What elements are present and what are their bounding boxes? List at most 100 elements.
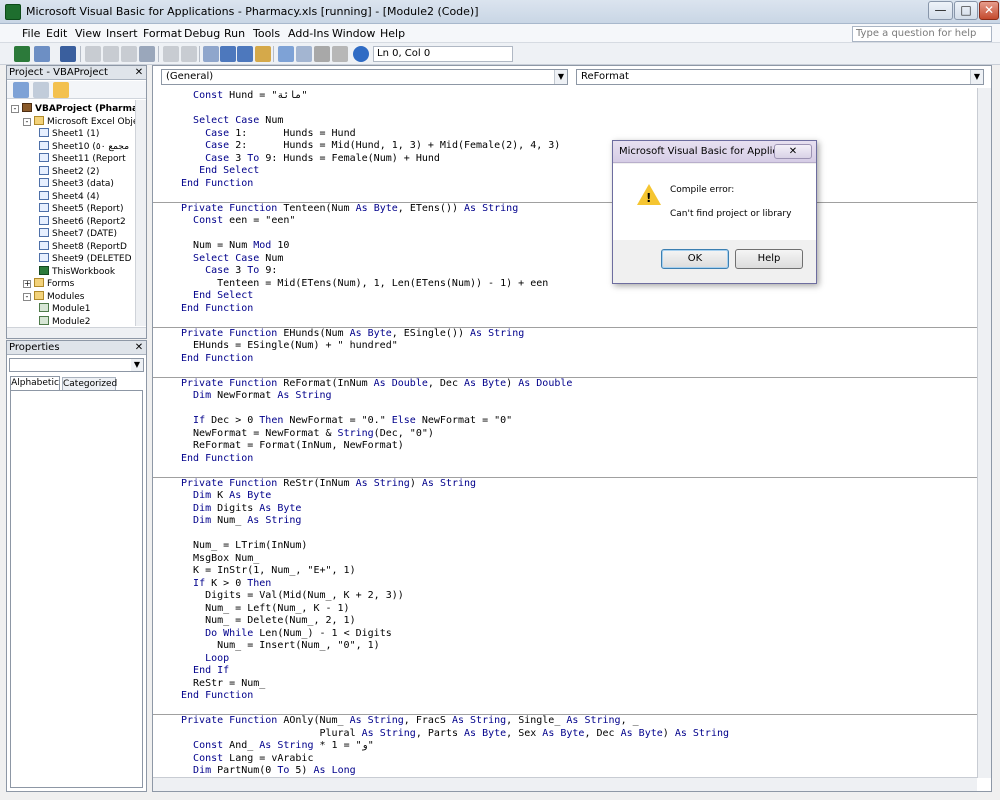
- code-line[interactable]: Private Function Tenteen(Num As Byte, ET…: [181, 203, 518, 216]
- code-line[interactable]: Const And_ As String * 1 = "و": [181, 740, 374, 753]
- menu-insert[interactable]: Insert: [106, 27, 138, 40]
- code-line[interactable]: Private Function EHunds(Num As Byte, ESi…: [181, 328, 524, 341]
- code-line[interactable]: Loop: [181, 653, 229, 666]
- code-line[interactable]: End Function: [181, 178, 253, 191]
- code-line[interactable]: Plural As String, Parts As Byte, Sex As …: [181, 728, 729, 741]
- tree-item[interactable]: Sheet8 (ReportD: [35, 240, 127, 253]
- find-icon[interactable]: [139, 46, 155, 62]
- tree-item[interactable]: Sheet3 (data): [35, 178, 114, 190]
- code-line[interactable]: Dim NewFormat As String: [181, 390, 332, 403]
- code-line[interactable]: Case 3 To 9: Hunds = Female(Num) + Hund: [181, 153, 440, 166]
- tree-item[interactable]: Sheet9 (DELETED: [35, 253, 132, 265]
- tab-categorized[interactable]: Categorized: [62, 377, 117, 390]
- code-line[interactable]: Num_ = Left(Num_, K - 1): [181, 603, 350, 616]
- maximize-button[interactable]: □: [954, 1, 978, 20]
- procedure-combo[interactable]: ReFormat ▼: [576, 69, 984, 85]
- copy-icon[interactable]: [103, 46, 119, 62]
- view-excel-icon[interactable]: [14, 46, 30, 62]
- tree-item[interactable]: - VBAProject (Pharmac: [11, 103, 135, 115]
- dialog-close-button[interactable]: ✕: [774, 144, 812, 159]
- cut-icon[interactable]: [85, 46, 101, 62]
- tree-item[interactable]: Sheet2 (2): [35, 165, 99, 178]
- code-line[interactable]: Num_ = Insert(Num_, "0", 1): [181, 640, 380, 653]
- minimize-button[interactable]: —: [928, 1, 953, 20]
- menu-view[interactable]: View: [75, 27, 101, 40]
- break-icon[interactable]: [220, 46, 236, 62]
- code-line[interactable]: End Function: [181, 690, 253, 703]
- code-line[interactable]: Dim Digits As Byte: [181, 503, 301, 516]
- code-line[interactable]: Select Case Num: [181, 253, 283, 266]
- run-icon[interactable]: [203, 46, 219, 62]
- project-panel-close-button[interactable]: ✕: [133, 67, 145, 79]
- code-line[interactable]: K = InStr(1, Num_, "E+", 1): [181, 565, 356, 578]
- code-line[interactable]: ReStr = Num_: [181, 678, 265, 691]
- code-line[interactable]: Num_ = Delete(Num_, 2, 1): [181, 615, 356, 628]
- code-line[interactable]: End Function: [181, 303, 253, 316]
- code-line[interactable]: End Select: [181, 290, 253, 303]
- collapse-icon[interactable]: -: [11, 105, 19, 113]
- code-line[interactable]: ReFormat = Format(InNum, NewFormat): [181, 440, 404, 453]
- paste-icon[interactable]: [121, 46, 137, 62]
- code-line[interactable]: Do While Len(Num_) - 1 < Digits: [181, 628, 392, 641]
- menu-tools[interactable]: Tools: [253, 27, 280, 40]
- code-line[interactable]: Const Hund = "مائة": [181, 90, 307, 103]
- code-line[interactable]: If K > 0 Then: [181, 578, 271, 591]
- menu-file[interactable]: File: [22, 27, 40, 40]
- tree-item[interactable]: Sheet5 (Report): [35, 203, 123, 215]
- toolbox-icon[interactable]: [332, 46, 348, 62]
- toggle-folders-icon[interactable]: [53, 82, 69, 98]
- code-line[interactable]: Private Function ReFormat(InNum As Doubl…: [181, 378, 572, 391]
- tree-item[interactable]: Sheet10 (مجمع ٥٠: [35, 140, 129, 153]
- code-line[interactable]: End Select: [181, 165, 259, 178]
- tree-item[interactable]: Sheet7 (DATE): [35, 228, 117, 240]
- collapse-icon[interactable]: -: [23, 292, 31, 301]
- code-line[interactable]: Const Lang = vArabic: [181, 753, 313, 766]
- tree-item[interactable]: Module1: [35, 303, 90, 315]
- tab-alphabetic[interactable]: Alphabetic: [10, 376, 60, 390]
- project-explorer-icon[interactable]: [278, 46, 294, 62]
- tree-item[interactable]: Sheet6 (Report2: [35, 215, 126, 228]
- menu-run[interactable]: Run: [224, 27, 245, 40]
- help-question-input[interactable]: Type a question for help: [852, 26, 992, 42]
- code-editor[interactable]: Const Hund = "مائة" Select Case Num Case…: [153, 88, 977, 778]
- tree-item[interactable]: Sheet1 (1): [35, 128, 99, 140]
- menu-edit[interactable]: Edit: [46, 27, 67, 40]
- code-line[interactable]: Private Function AOnly(Num_ As String, F…: [181, 715, 639, 728]
- properties-window-icon[interactable]: [296, 46, 312, 62]
- code-line[interactable]: Private Function ReStr(InNum As String) …: [181, 478, 476, 491]
- collapse-icon[interactable]: -: [23, 117, 31, 126]
- expand-icon[interactable]: +: [23, 280, 31, 288]
- tree-item[interactable]: Module2: [35, 315, 90, 326]
- tree-item[interactable]: Sheet11 (Report: [35, 153, 126, 165]
- tree-item[interactable]: - Microsoft Excel Objec: [23, 115, 135, 128]
- tree-item[interactable]: Sheet4 (4): [35, 190, 99, 203]
- code-line[interactable]: Dim PartNum(0 To 5) As Long: [181, 765, 356, 778]
- code-line[interactable]: Case 1: Hunds = Hund: [181, 128, 356, 141]
- code-line[interactable]: NewFormat = NewFormat & String(Dec, "0"): [181, 428, 434, 441]
- undo-icon[interactable]: [163, 46, 179, 62]
- code-line[interactable]: Dim K As Byte: [181, 490, 271, 503]
- code-line[interactable]: Case 3 To 9:: [181, 265, 277, 278]
- tree-item[interactable]: - Modules: [23, 290, 84, 303]
- menu-help[interactable]: Help: [380, 27, 405, 40]
- ok-button[interactable]: OK: [661, 249, 729, 269]
- close-button[interactable]: ✕: [979, 1, 999, 20]
- properties-object-dropdown[interactable]: ▼: [9, 358, 144, 372]
- code-line[interactable]: EHunds = ESingle(Num) + " hundred": [181, 340, 398, 353]
- code-line[interactable]: Case 2: Hunds = Mid(Hund, 1, 3) + Mid(Fe…: [181, 140, 560, 153]
- menu-format[interactable]: Format: [143, 27, 182, 40]
- reset-icon[interactable]: [237, 46, 253, 62]
- code-line[interactable]: Num = Num Mod 10: [181, 240, 289, 253]
- code-line[interactable]: Const een = "een": [181, 215, 295, 228]
- tree-item[interactable]: + Forms: [23, 278, 74, 290]
- code-vscroll[interactable]: [977, 88, 991, 778]
- design-mode-icon[interactable]: [255, 46, 271, 62]
- insert-userform-icon[interactable]: [34, 46, 50, 62]
- redo-icon[interactable]: [181, 46, 197, 62]
- code-line[interactable]: MsgBox Num_: [181, 553, 259, 566]
- code-line[interactable]: Select Case Num: [181, 115, 283, 128]
- object-combo[interactable]: (General) ▼: [161, 69, 568, 85]
- code-hscroll[interactable]: [153, 777, 977, 791]
- tree-item[interactable]: ThisWorkbook: [35, 265, 115, 278]
- menu-add-ins[interactable]: Add-Ins: [288, 27, 329, 40]
